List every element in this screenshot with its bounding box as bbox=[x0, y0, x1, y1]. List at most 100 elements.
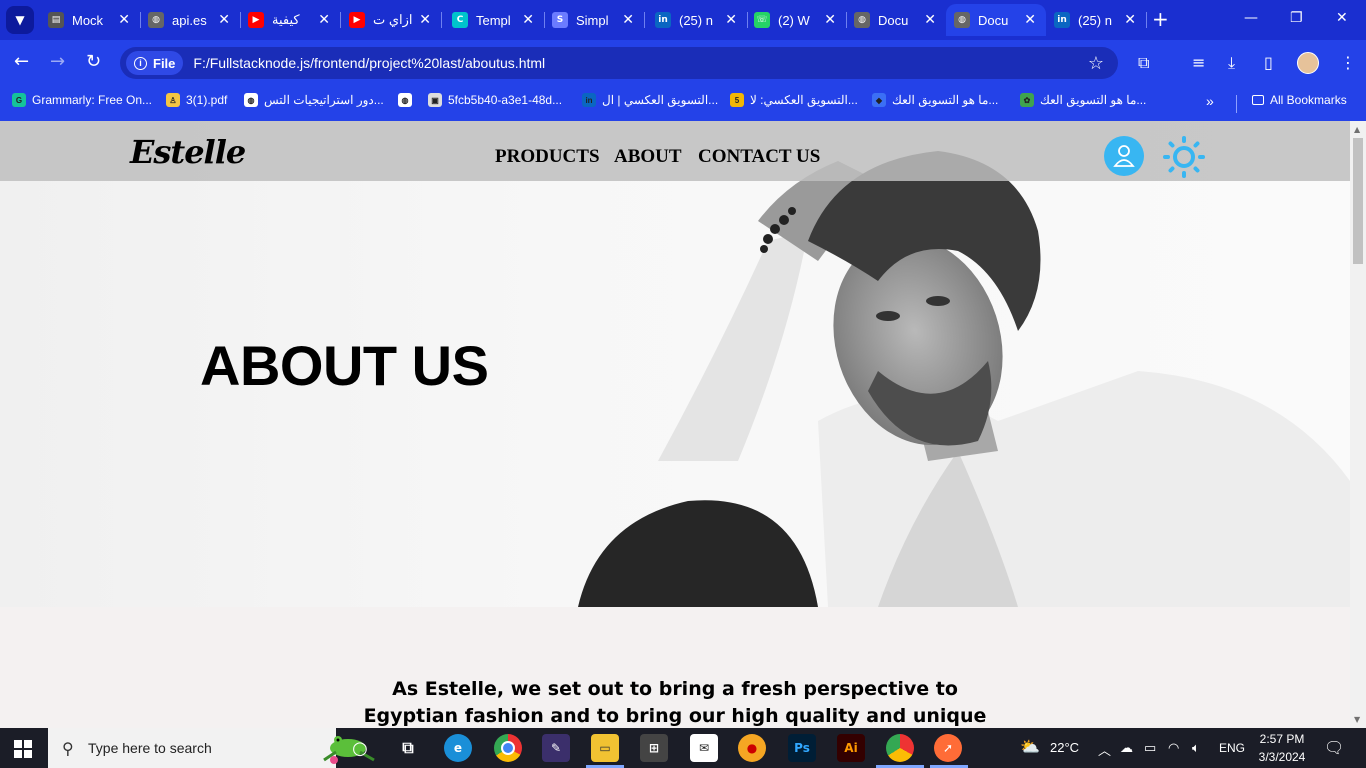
close-tab-icon[interactable]: ✕ bbox=[419, 12, 431, 28]
extensions-icon[interactable]: ⧉ bbox=[1138, 53, 1149, 73]
close-tab-icon[interactable]: ✕ bbox=[118, 12, 130, 28]
volume-icon[interactable]: 🔈︎ bbox=[1192, 740, 1200, 756]
close-window-button[interactable]: ✕ bbox=[1336, 10, 1348, 26]
site-logo[interactable]: Estelle bbox=[130, 133, 246, 171]
bookmark-item[interactable]: ▣ 5fcb5b40-a3e1-48d... bbox=[428, 93, 562, 107]
tab[interactable]: ▶ ازاي ت ✕ bbox=[341, 4, 442, 36]
task-view-icon[interactable]: ⧉ bbox=[394, 734, 422, 762]
close-tab-icon[interactable]: ✕ bbox=[725, 12, 737, 28]
tab-label: Mock bbox=[72, 12, 104, 28]
nav-about-link[interactable]: ABOUT bbox=[614, 146, 682, 168]
scroll-down-arrow-icon[interactable]: ▼ bbox=[1354, 715, 1360, 724]
bookmark-item[interactable]: ✿ ما هو التسويق العك... bbox=[1020, 93, 1146, 107]
bookmarks-bar: G Grammarly: Free On... ♙ 3(1).pdf ◍ دور استر… bbox=[0, 86, 1366, 121]
page-scrollbar[interactable]: ▲ ▼ bbox=[1350, 121, 1366, 728]
windows-start-icon[interactable] bbox=[14, 740, 32, 758]
onedrive-icon[interactable]: ☁ bbox=[1120, 740, 1133, 756]
close-tab-icon[interactable]: ✕ bbox=[522, 12, 534, 28]
globe-icon: ◍ bbox=[954, 12, 970, 28]
cortana-icon[interactable]: ○ bbox=[346, 734, 374, 762]
download-icon[interactable]: ⤓ bbox=[1228, 53, 1235, 73]
menu-kebab-icon[interactable]: ⋮ bbox=[1340, 53, 1356, 72]
battery-icon[interactable]: ▭ bbox=[1144, 740, 1156, 756]
restore-button[interactable]: ❐ bbox=[1290, 10, 1303, 26]
tab[interactable]: in (25) n ✕ bbox=[647, 4, 748, 36]
bookmark-item[interactable]: ◍ bbox=[398, 93, 418, 107]
bookmark-item[interactable]: in التسويق العكسي | ال... bbox=[582, 93, 718, 107]
scrollbar-thumb[interactable] bbox=[1353, 138, 1363, 264]
chevron-up-icon[interactable]: ︿ bbox=[1098, 740, 1111, 759]
tab[interactable]: ◍ Docu ✕ bbox=[946, 4, 1046, 36]
nav-contact-link[interactable]: CONTACT US bbox=[698, 146, 820, 168]
new-tab-button[interactable]: + bbox=[1152, 8, 1169, 30]
intro-line: As Estelle, we set out to bring a fresh … bbox=[392, 678, 958, 700]
edge-icon[interactable]: e bbox=[444, 734, 472, 762]
chrome-icon[interactable] bbox=[494, 734, 522, 762]
close-tab-icon[interactable]: ✕ bbox=[218, 12, 230, 28]
microsoft-store-icon[interactable]: ⊞ bbox=[640, 734, 668, 762]
bookmark-item[interactable]: ◆ ما هو التسويق العك... bbox=[872, 93, 998, 107]
wifi-icon[interactable]: ◠ bbox=[1168, 740, 1179, 756]
scroll-up-arrow-icon[interactable]: ▲ bbox=[1354, 125, 1360, 134]
tab[interactable]: in (25) n ✕ bbox=[1046, 4, 1147, 36]
theme-toggle-button[interactable] bbox=[1163, 136, 1205, 178]
close-tab-icon[interactable]: ✕ bbox=[1024, 12, 1036, 28]
side-panel-icon[interactable]: ▯ bbox=[1264, 53, 1273, 72]
media-control-icon[interactable]: ≡ bbox=[1192, 53, 1205, 72]
dev-app-icon[interactable]: ✎ bbox=[542, 734, 570, 762]
system-clock[interactable]: 2:57 PM 3/3/2024 bbox=[1252, 730, 1312, 766]
bookmark-label: 5fcb5b40-a3e1-48d... bbox=[448, 93, 563, 107]
tab-label: Docu bbox=[878, 12, 909, 28]
bookmark-star-icon[interactable]: ☆ bbox=[1088, 53, 1104, 74]
tab[interactable]: C Templ ✕ bbox=[444, 4, 545, 36]
site-info-chip[interactable]: i File bbox=[126, 51, 184, 75]
weather-temperature[interactable]: 22°C bbox=[1050, 740, 1079, 755]
tab[interactable]: ◍ api.es ✕ bbox=[140, 4, 241, 36]
minimize-button[interactable]: — bbox=[1244, 10, 1258, 26]
account-button[interactable] bbox=[1104, 136, 1144, 176]
close-tab-icon[interactable]: ✕ bbox=[318, 12, 330, 28]
chrome-profile-icon[interactable] bbox=[886, 734, 914, 762]
bookmark-item[interactable]: 5 التسويق العكسي: لا... bbox=[730, 93, 858, 107]
tab-search-button[interactable]: ▼ bbox=[6, 6, 34, 34]
file-explorer-icon[interactable]: ▭ bbox=[591, 734, 619, 762]
close-tab-icon[interactable]: ✕ bbox=[1124, 12, 1136, 28]
app-icon[interactable]: ● bbox=[738, 734, 766, 762]
bookmark-item[interactable]: ♙ 3(1).pdf bbox=[166, 93, 227, 107]
postman-icon[interactable]: ➚ bbox=[934, 734, 962, 762]
tab[interactable]: S Simpl ✕ bbox=[544, 4, 645, 36]
bookmark-item[interactable]: ◍ دور استراتيجيات التس... bbox=[244, 93, 384, 107]
browser-toolbar: ← → ↻ i File F:/Fullstacknode.js/fronten… bbox=[0, 40, 1366, 86]
youtube-icon: ▶ bbox=[248, 12, 264, 28]
site-header: Estelle PRODUCTS ABOUT CONTACT US bbox=[0, 121, 1350, 181]
tab[interactable]: ☏ (2) W ✕ bbox=[746, 4, 847, 36]
bookmark-item[interactable]: G Grammarly: Free On... bbox=[12, 93, 152, 107]
all-bookmarks-label: All Bookmarks bbox=[1270, 93, 1347, 107]
tab-label: Simpl bbox=[576, 12, 609, 28]
all-bookmarks-button[interactable]: All Bookmarks bbox=[1252, 93, 1347, 107]
tab[interactable]: ◍ Docu ✕ bbox=[846, 4, 946, 36]
tab[interactable]: ▤ Mock ✕ bbox=[40, 4, 141, 36]
forward-button[interactable]: → bbox=[50, 52, 65, 72]
language-indicator[interactable]: ENG bbox=[1219, 741, 1245, 755]
back-button[interactable]: ← bbox=[14, 52, 29, 72]
weather-icon[interactable]: ⛅ bbox=[1020, 737, 1040, 757]
clock-date: 3/3/2024 bbox=[1258, 750, 1306, 764]
illustrator-icon[interactable]: Ai bbox=[837, 734, 865, 762]
url-text[interactable]: F:/Fullstacknode.js/frontend/project%20l… bbox=[193, 55, 545, 71]
close-tab-icon[interactable]: ✕ bbox=[622, 12, 634, 28]
close-tab-icon[interactable]: ✕ bbox=[924, 12, 936, 28]
profile-avatar[interactable] bbox=[1297, 52, 1319, 74]
more-bookmarks-icon[interactable]: » bbox=[1206, 93, 1214, 109]
reload-button[interactable]: ↻ bbox=[86, 52, 101, 72]
search-icon: ⚲ bbox=[62, 739, 74, 758]
photoshop-icon[interactable]: Ps bbox=[788, 734, 816, 762]
notification-icon[interactable]: 🗨︎ bbox=[1324, 738, 1344, 758]
youtube-icon: ▶ bbox=[349, 12, 365, 28]
address-bar[interactable]: i File F:/Fullstacknode.js/frontend/proj… bbox=[120, 47, 1118, 79]
nav-products-link[interactable]: PRODUCTS bbox=[495, 146, 600, 168]
mail-icon[interactable]: ✉ bbox=[690, 734, 718, 762]
tab[interactable]: ▶ كيفية ✕ bbox=[240, 4, 341, 36]
taskbar-search-box[interactable]: ⚲ Type here to search bbox=[48, 728, 375, 768]
close-tab-icon[interactable]: ✕ bbox=[824, 12, 836, 28]
